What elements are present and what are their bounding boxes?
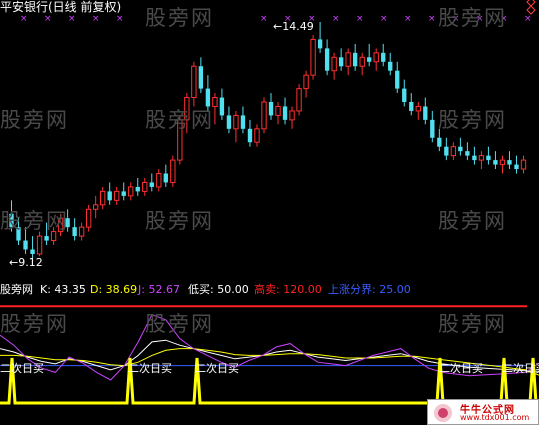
k-value: K: 43.35 xyxy=(40,283,86,296)
d-value: D: 38.69 xyxy=(90,283,138,296)
j-value: J: 52.67 xyxy=(138,283,180,296)
buy-signal-label: 二次日买 xyxy=(439,362,483,375)
indicator-name: 股旁网 xyxy=(0,283,33,296)
watermark: 股旁网 xyxy=(0,312,69,336)
sell-high-value: 高卖: 120.00 xyxy=(254,283,322,296)
buy-signal-label: 二次日买 xyxy=(128,362,172,375)
buy-signal-label: 二次日买 xyxy=(502,362,539,375)
watermark: 股旁网 xyxy=(145,6,214,30)
watermark: 股旁网 xyxy=(438,312,507,336)
watermark: 股旁网 xyxy=(438,108,507,132)
watermark: 股旁网 xyxy=(438,209,507,233)
high-price-value: 14.49 xyxy=(282,20,314,33)
low-price-label: ←9.12 xyxy=(9,256,43,269)
buy-signal-label: 二次日买 xyxy=(0,362,44,375)
watermark: 股旁网 xyxy=(145,312,214,336)
low-price-value: 9.12 xyxy=(18,256,43,269)
site-url: www.tdx001.com xyxy=(460,413,530,422)
bull-icon xyxy=(434,404,452,422)
site-logo[interactable]: 牛牛公式网 www.tdx001.com xyxy=(427,399,539,425)
watermark: 股旁网 xyxy=(0,108,69,132)
watermark: 股旁网 xyxy=(145,108,214,132)
watermark: 股旁网 xyxy=(145,209,214,233)
rise-boundary-value: 上涨分界: 25.00 xyxy=(328,283,411,296)
high-price-label: ←14.49 xyxy=(273,20,314,33)
buy-signal-label: 二次日买 xyxy=(195,362,239,375)
watermark: 股旁网 xyxy=(438,6,507,30)
chart-title: 平安银行(日线 前复权) xyxy=(0,0,122,14)
chart-window: × × × × × × × × × × × × × × × × × 股旁网 股旁网 股旁网 股旁网 股旁网 股旁… xyxy=(0,0,539,425)
watermark: 股旁网 xyxy=(0,209,69,233)
buy-low-value: 低买: 50.00 xyxy=(188,283,249,296)
